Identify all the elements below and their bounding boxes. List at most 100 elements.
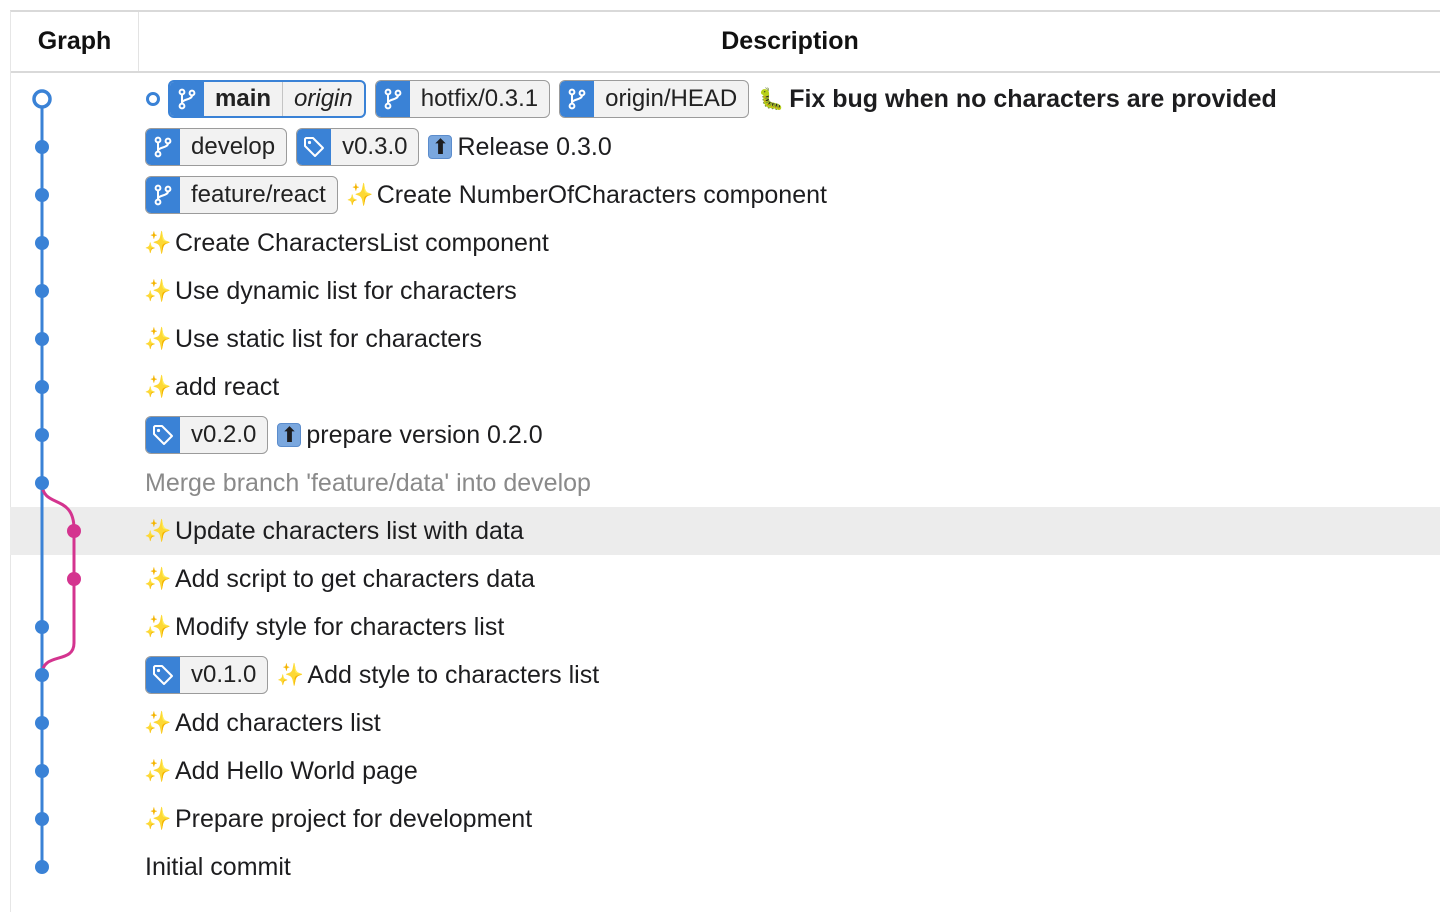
commit-node[interactable] xyxy=(35,236,49,250)
commit-message: prepare version 0.2.0 xyxy=(306,420,543,449)
tag-badge[interactable]: v0.2.0 xyxy=(145,416,269,454)
commit-description: ✨ Add Hello World page xyxy=(144,747,418,795)
commit-row[interactable]: ✨ add react xyxy=(10,363,1440,411)
tag-icon xyxy=(146,417,180,453)
commit-row[interactable]: Initial commit xyxy=(10,843,1440,891)
commit-description: ✨ add react xyxy=(144,363,280,411)
commit-node[interactable] xyxy=(35,716,49,730)
commit-description: v0.2.0 ⬆ prepare version 0.2.0 xyxy=(145,411,543,459)
up-arrow-icon: ⬆ xyxy=(277,423,302,447)
sparkles-icon: ✨ xyxy=(144,518,172,544)
tag-badge[interactable]: v0.3.0 xyxy=(296,128,420,166)
git-branch-icon xyxy=(560,81,595,117)
commit-node[interactable] xyxy=(35,428,49,442)
tag-badge[interactable]: v0.1.0 xyxy=(145,656,269,694)
head-commit-node[interactable] xyxy=(32,89,52,109)
commit-message: Create NumberOfCharacters component xyxy=(376,180,827,209)
branch-badge[interactable]: origin/HEAD xyxy=(559,80,750,118)
branch-badge[interactable]: main origin xyxy=(168,80,366,118)
commit-description: v0.1.0 ✨ Add style to characters list xyxy=(145,651,599,699)
bug-icon: 🐛 xyxy=(758,86,785,111)
commit-message: Modify style for characters list xyxy=(175,612,505,641)
commit-message: Create CharactersList component xyxy=(175,228,549,257)
commit-row[interactable]: ✨ Use static list for characters xyxy=(10,315,1440,363)
commit-row[interactable]: develop v0.3.0 ⬆ Release 0.3.0 xyxy=(10,123,1440,171)
commit-row[interactable]: ✨ Add script to get characters data xyxy=(10,555,1440,603)
commit-description: ✨ Update characters list with data xyxy=(144,507,524,555)
branch-badge[interactable]: feature/react xyxy=(145,176,338,214)
sparkles-icon: ✨ xyxy=(346,182,374,208)
commit-message: Release 0.3.0 xyxy=(457,132,612,161)
sparkles-icon: ✨ xyxy=(144,374,172,400)
commit-description: Merge branch 'feature/data' into develop xyxy=(145,459,591,507)
commit-node[interactable] xyxy=(35,860,49,874)
commit-description: develop v0.3.0 ⬆ Release 0.3.0 xyxy=(145,123,612,171)
commit-node[interactable] xyxy=(35,380,49,394)
branch-badge[interactable]: hotfix/0.3.1 xyxy=(374,80,551,118)
commit-row[interactable]: ✨ Update characters list with data xyxy=(10,507,1440,555)
tag-label: v0.1.0 xyxy=(191,661,257,688)
remote-label: origin xyxy=(282,82,364,116)
commit-row[interactable]: ✨ Prepare project for development xyxy=(10,795,1440,843)
commit-node[interactable] xyxy=(35,332,49,346)
commit-message: Add Hello World page xyxy=(175,756,418,785)
branch-label: feature/react xyxy=(191,181,326,208)
tag-label: v0.3.0 xyxy=(342,133,408,160)
commit-node[interactable] xyxy=(67,524,81,538)
commit-node[interactable] xyxy=(35,188,49,202)
commit-row[interactable]: v0.1.0 ✨ Add style to characters list xyxy=(10,651,1440,699)
commit-row[interactable]: ✨ Add Hello World page xyxy=(10,747,1440,795)
commit-node[interactable] xyxy=(35,476,49,490)
branch-badge[interactable]: develop xyxy=(145,128,288,166)
commit-node[interactable] xyxy=(35,812,49,826)
commit-row[interactable]: ✨ Use dynamic list for characters xyxy=(10,267,1440,315)
up-arrow-icon: ⬆ xyxy=(428,135,453,159)
sparkles-icon: ✨ xyxy=(144,806,172,832)
git-branch-icon xyxy=(146,129,180,165)
commit-description: ✨ Create CharactersList component xyxy=(144,219,549,267)
commit-description: ✨ Add characters list xyxy=(144,699,381,747)
branch-label: develop xyxy=(191,133,276,160)
branch-label: origin/HEAD xyxy=(605,85,738,112)
commit-message: add react xyxy=(175,372,280,401)
commit-node[interactable] xyxy=(67,572,81,586)
commit-description: ✨ Add script to get characters data xyxy=(144,555,535,603)
tag-icon xyxy=(146,657,180,693)
sparkles-icon: ✨ xyxy=(144,278,172,304)
commit-node[interactable] xyxy=(35,620,49,634)
commit-row[interactable]: main origin hotfix/0.3.1 origin/HEAD 🐛 Fix bu… xyxy=(10,75,1440,123)
commit-row[interactable]: Merge branch 'feature/data' into develop xyxy=(10,459,1440,507)
branch-label: hotfix/0.3.1 xyxy=(420,85,539,112)
commit-node[interactable] xyxy=(35,764,49,778)
tag-icon xyxy=(297,129,332,165)
commit-row[interactable]: v0.2.0 ⬆ prepare version 0.2.0 xyxy=(10,411,1440,459)
table-header: Graph Description xyxy=(11,12,1440,73)
commit-message: Use dynamic list for characters xyxy=(175,276,517,305)
branch-label: main xyxy=(215,85,272,112)
commit-message: Merge branch 'feature/data' into develop xyxy=(145,468,591,497)
sparkles-icon: ✨ xyxy=(144,710,172,736)
commit-message: Add characters list xyxy=(175,708,381,737)
commit-row[interactable]: ✨ Add characters list xyxy=(10,699,1440,747)
sparkles-icon: ✨ xyxy=(144,326,172,352)
commit-node[interactable] xyxy=(35,284,49,298)
commit-message: Use static list for characters xyxy=(175,324,483,353)
sparkles-icon: ✨ xyxy=(276,662,305,688)
sparkles-icon: ✨ xyxy=(144,614,172,640)
sparkles-icon: ✨ xyxy=(144,566,172,592)
git-branch-icon xyxy=(375,81,410,117)
commit-message: Add script to get characters data xyxy=(175,564,535,593)
commit-row[interactable]: ✨ Modify style for characters list xyxy=(10,603,1440,651)
commit-message: Update characters list with data xyxy=(175,516,524,545)
git-branch-icon xyxy=(170,82,204,116)
commit-node[interactable] xyxy=(35,140,49,154)
commit-description: ✨ Use static list for characters xyxy=(144,315,483,363)
commit-node[interactable] xyxy=(35,668,49,682)
commit-row[interactable]: ✨ Create CharactersList component xyxy=(10,219,1440,267)
git-branch-icon xyxy=(146,177,180,213)
commit-message: Fix bug when no characters are provided xyxy=(789,84,1277,113)
commit-graph xyxy=(32,89,81,874)
commit-row[interactable]: feature/react ✨ Create NumberOfCharacters … xyxy=(10,171,1440,219)
description-column-header[interactable]: Description xyxy=(139,12,1440,71)
sparkles-icon: ✨ xyxy=(144,230,172,256)
